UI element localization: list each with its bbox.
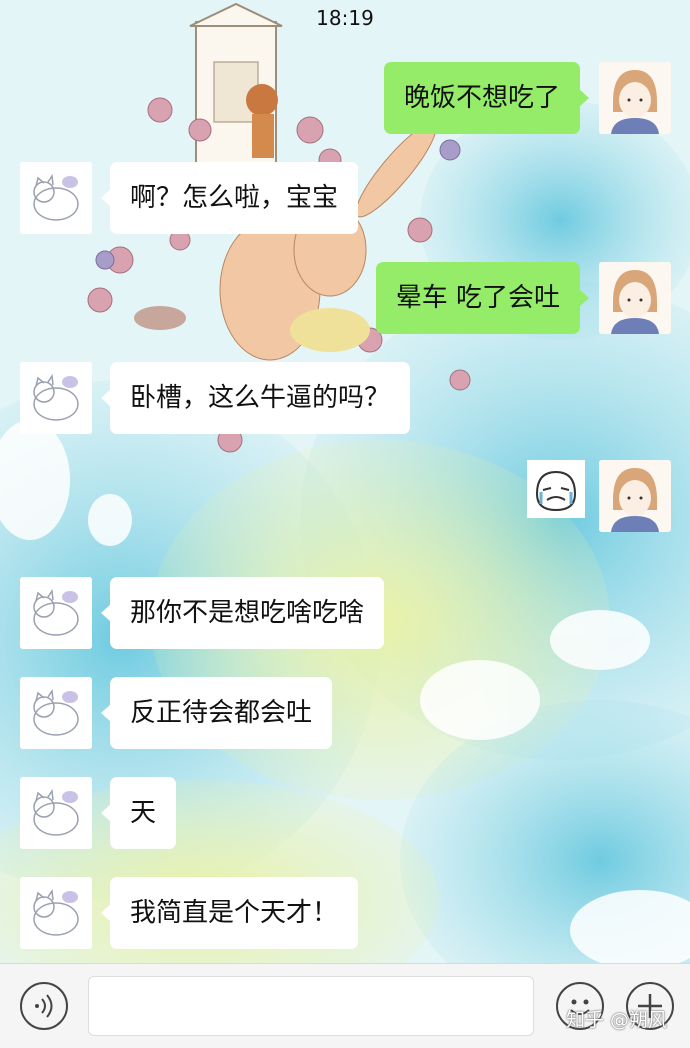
watermark: 知乎 @朔风 — [566, 1009, 668, 1031]
message-bubble-sent[interactable]: 晚饭不想吃了 — [383, 62, 590, 134]
crying-face-sticker[interactable] — [527, 460, 585, 518]
contact-avatar[interactable] — [20, 162, 92, 234]
contact-avatar[interactable] — [20, 677, 92, 749]
cat-avatar-icon — [20, 577, 92, 649]
cat-avatar-icon — [20, 677, 92, 749]
message-input[interactable] — [88, 976, 534, 1036]
crying-face-icon — [527, 460, 585, 518]
message-bubble-sent[interactable]: 晕车 吃了会吐 — [375, 262, 590, 334]
cat-avatar-icon — [20, 162, 92, 234]
cat-avatar-icon — [20, 877, 92, 949]
my-avatar[interactable] — [599, 62, 671, 134]
my-avatar[interactable] — [599, 262, 671, 334]
message-bubble-received[interactable]: 天 — [100, 777, 177, 849]
girl-avatar-icon — [599, 460, 671, 532]
contact-avatar[interactable] — [20, 577, 92, 649]
voice-icon — [35, 994, 53, 1018]
contact-avatar[interactable] — [20, 362, 92, 434]
message-bubble-received[interactable]: 那你不是想吃啥吃啥 — [100, 577, 385, 649]
message-bubble-received[interactable]: 啊？怎么啦，宝宝 — [100, 162, 359, 234]
my-avatar[interactable] — [599, 460, 671, 532]
message-bubble-received[interactable]: 我简直是个天才！ — [100, 877, 359, 949]
girl-avatar-icon — [599, 262, 671, 334]
contact-avatar[interactable] — [20, 777, 92, 849]
message-bubble-received[interactable]: 反正待会都会吐 — [100, 677, 333, 749]
cat-avatar-icon — [20, 777, 92, 849]
status-bar-time: 18:19 — [316, 6, 374, 30]
girl-avatar-icon — [599, 62, 671, 134]
message-bubble-received[interactable]: 卧槽，这么牛逼的吗？ — [100, 362, 411, 434]
contact-avatar[interactable] — [20, 877, 92, 949]
voice-button[interactable] — [20, 982, 68, 1030]
cat-avatar-icon — [20, 362, 92, 434]
